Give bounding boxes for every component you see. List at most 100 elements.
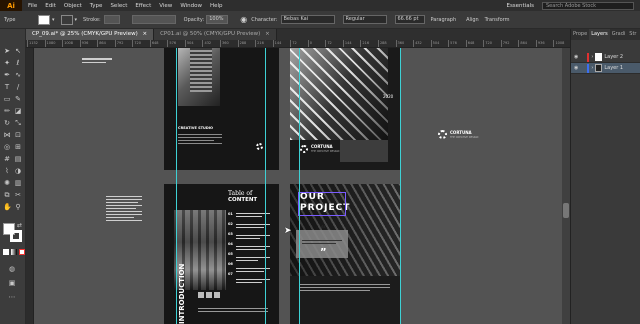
transform-label[interactable]: Transform: [485, 17, 510, 23]
toc-item-04[interactable]: 04: [228, 242, 233, 246]
zoom-tool-icon[interactable]: ⚲: [14, 203, 22, 211]
tab-layers[interactable]: Layers: [589, 29, 610, 40]
artboard-table-of-content[interactable]: Table of CONTENT 01 02 03 04 05 06 07 IN…: [164, 184, 279, 324]
slice-tool-icon[interactable]: ✂: [14, 191, 22, 199]
scale-tool-icon[interactable]: ⤡: [14, 119, 22, 127]
character-label[interactable]: Character:: [251, 17, 277, 23]
tab-cp09-close-icon[interactable]: ×: [142, 31, 147, 37]
menu-view[interactable]: View: [159, 3, 172, 9]
layer-row-1[interactable]: ◉ › Layer 1: [571, 63, 640, 74]
width-tool-icon[interactable]: ⋈: [3, 131, 11, 139]
menu-edit[interactable]: Edit: [45, 3, 56, 9]
layer-1-name[interactable]: Layer 1: [604, 65, 623, 71]
back-cover-tagline[interactable]: THE CREATIVE DESIGN: [311, 150, 339, 153]
tab-cp09[interactable]: CP_09.ai* @ 25% (CMYK/GPU Preview) ×: [26, 29, 155, 40]
rotate-tool-icon[interactable]: ↻: [3, 119, 11, 127]
fill-dropdown-icon[interactable]: ▾: [52, 17, 55, 23]
menu-type[interactable]: Type: [90, 3, 103, 9]
toc-item-06[interactable]: 06: [228, 262, 233, 266]
artboard-our-project[interactable]: OUR PROJECT “ ”: [290, 184, 400, 324]
variable-width-field[interactable]: [131, 15, 176, 24]
text-selection-box[interactable]: [298, 192, 346, 216]
workspace-switcher[interactable]: Essentials: [506, 3, 534, 9]
edit-toolbar-icon[interactable]: ⋯: [8, 293, 16, 301]
font-style-field[interactable]: Regular: [342, 15, 387, 24]
toc-title-line2[interactable]: CONTENT: [228, 197, 257, 203]
artboard-canvas[interactable]: CREATIVE STUDIO 2020 CORTUNA THE CREATIV…: [34, 48, 562, 324]
stroke-weight-field[interactable]: [103, 15, 120, 24]
swap-colors-icon[interactable]: ⇄: [17, 222, 22, 229]
toc-title-line1[interactable]: Table of: [228, 190, 252, 197]
vertical-scrollbar[interactable]: [562, 48, 570, 324]
tab-gradient[interactable]: Gradi: [610, 29, 628, 40]
toc-item-02[interactable]: 02: [228, 222, 233, 226]
guide-vertical-1[interactable]: [176, 48, 177, 324]
opacity-field[interactable]: 100%: [206, 15, 229, 24]
screen-mode-icon[interactable]: ▣: [8, 279, 16, 287]
selection-tool-icon[interactable]: ➤: [3, 47, 11, 55]
menu-help[interactable]: Help: [210, 3, 223, 9]
graph-tool-icon[interactable]: ▥: [14, 179, 22, 187]
shape-builder-icon[interactable]: ◎: [3, 143, 11, 151]
expand-chevron-icon[interactable]: ›: [591, 54, 593, 60]
stroke-swatch[interactable]: [60, 14, 73, 25]
none-mode-icon[interactable]: [19, 249, 25, 255]
artboard-cover[interactable]: CREATIVE STUDIO: [164, 48, 279, 170]
intro-vertical-text[interactable]: INTRODUCTION: [178, 264, 186, 324]
artboard-back-cover[interactable]: 2020 CORTUNA THE CREATIVE DESIGN: [290, 48, 400, 170]
line-tool-icon[interactable]: /: [14, 83, 22, 91]
tab-cp01[interactable]: CP01.ai @ 50% (CMYK/GPU Preview) ×: [154, 29, 277, 40]
vertical-ruler[interactable]: [26, 48, 34, 324]
globe-icon[interactable]: ◉: [240, 15, 247, 24]
font-size-field[interactable]: 66.66 pt: [394, 15, 425, 24]
guide-vertical-3[interactable]: [299, 48, 300, 324]
pen-tool-icon[interactable]: ✒: [3, 71, 11, 79]
type-tool-icon[interactable]: T: [3, 83, 11, 91]
align-label[interactable]: Align: [466, 17, 479, 23]
toc-item-03[interactable]: 03: [228, 232, 233, 236]
cover-body-text[interactable]: [178, 134, 222, 146]
expand-chevron-icon[interactable]: ›: [591, 65, 593, 71]
toc-item-07[interactable]: 07: [228, 272, 233, 276]
vertical-scrollbar-thumb[interactable]: [563, 203, 569, 218]
stroke-dropdown-icon[interactable]: ▾: [75, 17, 78, 23]
artboard-tool-icon[interactable]: ⧉: [3, 191, 11, 199]
fill-swatch[interactable]: [38, 14, 50, 25]
horizontal-ruler[interactable]: 1152 1080 1008 936 864 792 720 648 576 504 432 360 2…: [26, 40, 570, 48]
blend-tool-icon[interactable]: ◑: [14, 167, 22, 175]
font-family-field[interactable]: Bebas Kai: [280, 15, 335, 24]
layer-row-2[interactable]: ◉ › Layer 2: [571, 52, 640, 63]
color-mode-icon[interactable]: [3, 249, 9, 255]
draw-mode-icon[interactable]: ◍: [8, 265, 16, 273]
gradient-mode-icon[interactable]: [11, 249, 17, 255]
symbol-sprayer-icon[interactable]: ✺: [3, 179, 11, 187]
eyedropper-icon[interactable]: ⌇: [3, 167, 11, 175]
stock-search-input[interactable]: Search Adobe Stock: [542, 1, 634, 10]
tab-stroke[interactable]: Str: [627, 29, 638, 40]
curvature-tool-icon[interactable]: ∿: [14, 71, 22, 79]
tab-properties[interactable]: Prope: [571, 29, 589, 40]
direct-selection-tool-icon[interactable]: ↖: [14, 47, 22, 55]
hand-tool-icon[interactable]: ✋: [3, 203, 12, 211]
perspective-grid-icon[interactable]: ⊞: [14, 143, 22, 151]
eraser-icon[interactable]: ◪: [14, 107, 22, 115]
menu-file[interactable]: File: [28, 3, 37, 9]
lasso-icon[interactable]: ℓ: [14, 59, 22, 67]
toc-item-01[interactable]: 01: [228, 212, 233, 216]
stroke-color-swatch[interactable]: [10, 230, 22, 242]
pasteboard-logo-tagline[interactable]: THE CREATIVE DESIGN: [450, 136, 478, 139]
menu-select[interactable]: Select: [110, 3, 127, 9]
visibility-eye-icon[interactable]: ◉: [574, 65, 578, 71]
tab-cp01-close-icon[interactable]: ×: [265, 31, 270, 37]
menu-effect[interactable]: Effect: [135, 3, 151, 9]
cover-title[interactable]: CREATIVE STUDIO: [178, 126, 213, 130]
pencil-tool-icon[interactable]: ✏: [3, 107, 11, 115]
magic-wand-icon[interactable]: ✦: [3, 59, 11, 67]
mesh-tool-icon[interactable]: #: [3, 155, 11, 163]
free-transform-icon[interactable]: ⊡: [14, 131, 22, 139]
gradient-tool-icon[interactable]: ▤: [14, 155, 22, 163]
pasteboard-paragraph[interactable]: [106, 196, 142, 223]
layer-2-name[interactable]: Layer 2: [604, 54, 623, 60]
guide-vertical-2[interactable]: [265, 48, 266, 324]
rectangle-tool-icon[interactable]: ▭: [3, 95, 11, 103]
